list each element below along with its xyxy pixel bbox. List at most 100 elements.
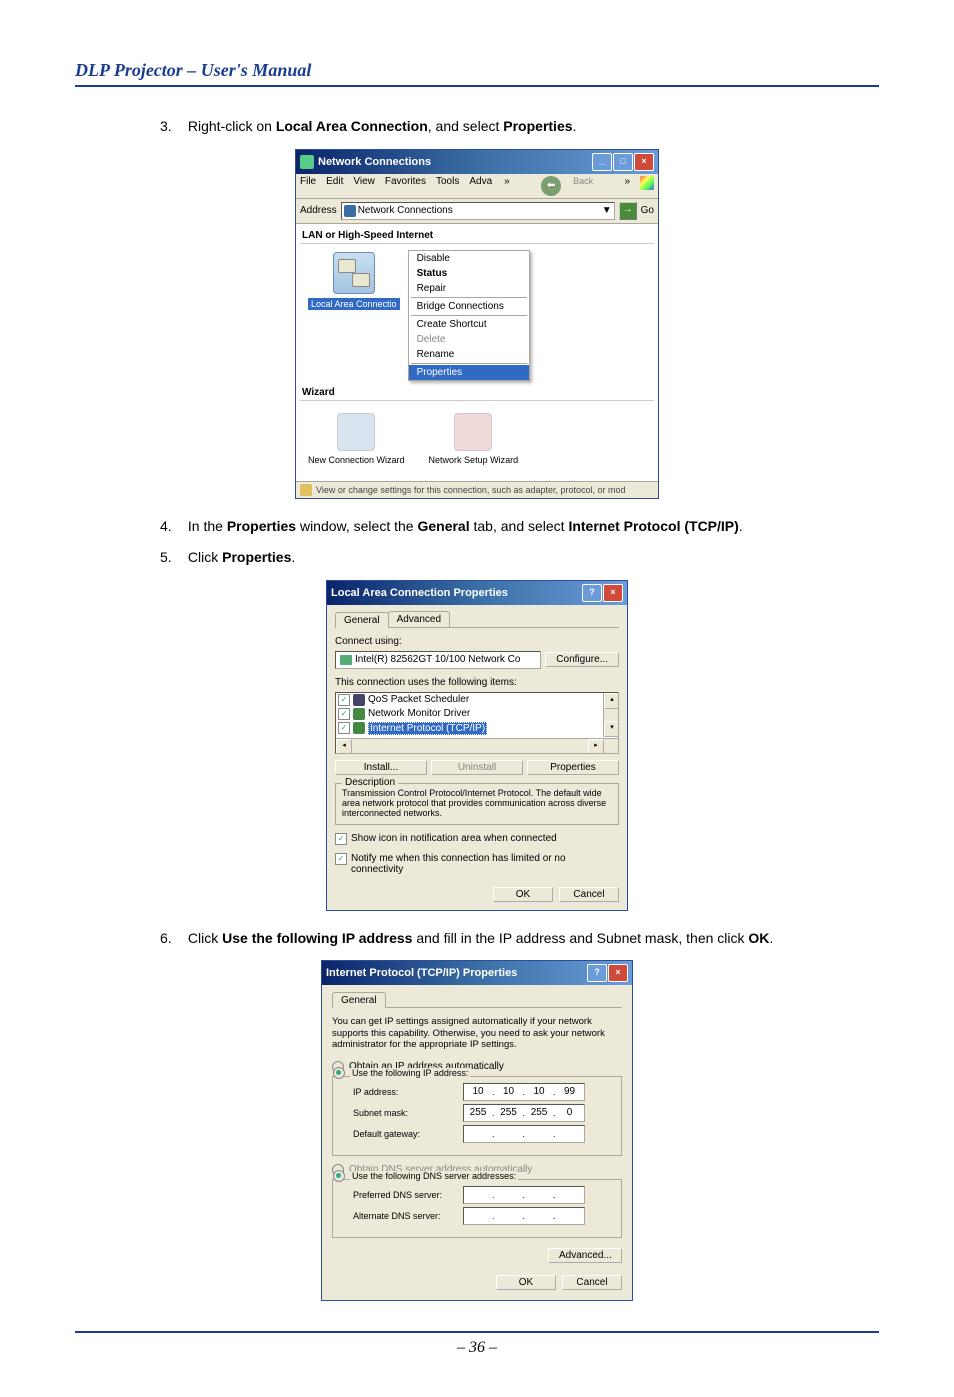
component-icon (353, 708, 365, 720)
use-dns-radio[interactable]: Use the following DNS server addresses: (333, 1170, 615, 1182)
ip-address-input[interactable]: 10. 10. 10. 99 (463, 1083, 585, 1101)
checkbox-icon[interactable]: ✓ (338, 708, 350, 720)
minimize-button[interactable]: _ (592, 153, 612, 171)
list-item: ✓ Network Monitor Driver (336, 707, 618, 721)
lac-icon[interactable] (333, 252, 375, 294)
connect-using-label: Connect using: (335, 636, 619, 647)
window-titlebar[interactable]: Local Area Connection Properties ? × (327, 581, 627, 605)
ctx-rename[interactable]: Rename (409, 347, 529, 362)
tab-general[interactable]: General (335, 612, 389, 628)
ok-button[interactable]: OK (496, 1275, 556, 1290)
configure-button[interactable]: Configure... (545, 652, 619, 667)
step-6: 6. Click Use the following IP address an… (160, 929, 879, 949)
menu-edit[interactable]: Edit (326, 176, 343, 196)
checkbox-icon[interactable]: ✓ (338, 694, 350, 706)
section-wizard: Wizard (300, 385, 654, 401)
step-3-num: 3. (160, 117, 184, 137)
address-field[interactable]: Network Connections ▼ (341, 202, 615, 220)
component-icon (353, 722, 365, 734)
items-label: This connection uses the following items… (335, 677, 619, 688)
checkbox-icon[interactable]: ✓ (338, 722, 350, 734)
ctx-bridge[interactable]: Bridge Connections (409, 299, 529, 314)
window-title: Local Area Connection Properties (331, 587, 508, 599)
context-menu: Disable Status Repair Bridge Connections… (408, 250, 530, 381)
step-3: 3. Right-click on Local Area Connection,… (160, 117, 879, 137)
address-icon (344, 205, 356, 217)
step-4: 4. In the Properties window, select the … (160, 517, 879, 537)
scrollbar-horizontal[interactable]: ◂ ▸ (336, 738, 618, 753)
advanced-button[interactable]: Advanced... (548, 1248, 622, 1263)
install-button[interactable]: Install... (335, 760, 427, 775)
items-list[interactable]: ✓ QoS Packet Scheduler ✓ Network Monitor… (335, 692, 619, 754)
show-icon-checkbox[interactable]: ✓ Show icon in notification area when co… (335, 833, 619, 845)
step-6-num: 6. (160, 929, 184, 949)
properties-button[interactable]: Properties (527, 760, 619, 775)
ctx-shortcut[interactable]: Create Shortcut (409, 317, 529, 332)
go-button[interactable]: → (619, 202, 637, 220)
tab-general[interactable]: General (332, 992, 386, 1008)
cancel-button[interactable]: Cancel (559, 887, 619, 902)
menu-favorites[interactable]: Favorites (385, 176, 426, 196)
preferred-dns-input[interactable]: . . . (463, 1186, 585, 1204)
gateway-input[interactable]: . . . (463, 1125, 585, 1143)
use-ip-radio[interactable]: Use the following IP address: (333, 1067, 615, 1079)
tcpip-properties-window: Internet Protocol (TCP/IP) Properties ? … (321, 960, 633, 1300)
wizard-icon (454, 413, 492, 451)
statusbar: View or change settings for this connect… (296, 481, 658, 498)
close-button[interactable]: × (608, 964, 628, 982)
ok-button[interactable]: OK (493, 887, 553, 902)
wizard-icon (337, 413, 375, 451)
back-button[interactable]: ⬅ (541, 176, 561, 196)
window-title: Network Connections (318, 156, 431, 168)
scrollbar-vertical[interactable]: ▴ ▾ (603, 693, 618, 737)
status-icon (300, 484, 312, 496)
list-item: ✓ Internet Protocol (TCP/IP) (336, 721, 618, 736)
component-icon (353, 694, 365, 706)
help-button[interactable]: ? (582, 584, 602, 602)
go-label: Go (641, 205, 654, 216)
menu-view[interactable]: View (353, 176, 375, 196)
tcp-description: You can get IP settings assigned automat… (332, 1016, 622, 1050)
close-button[interactable]: × (634, 153, 654, 171)
network-connections-window: Network Connections _ □ × File Edit View… (295, 149, 659, 499)
menubar: File Edit View Favorites Tools Adva » ⬅ … (296, 174, 658, 199)
window-title: Internet Protocol (TCP/IP) Properties (326, 967, 517, 979)
maximize-button[interactable]: □ (613, 153, 633, 171)
address-bar: Address Network Connections ▼ → Go (296, 199, 658, 224)
network-setup-wizard[interactable]: Network Setup Wizard (429, 409, 519, 465)
step-4-num: 4. (160, 517, 184, 537)
gateway-label: Default gateway: (353, 1129, 463, 1139)
cancel-button[interactable]: Cancel (562, 1275, 622, 1290)
list-item: ✓ QoS Packet Scheduler (336, 693, 618, 707)
close-button[interactable]: × (603, 584, 623, 602)
lac-properties-window: Local Area Connection Properties ? × Gen… (326, 580, 628, 911)
notify-checkbox[interactable]: ✓ Notify me when this connection has lim… (335, 853, 619, 875)
ctx-status[interactable]: Status (409, 266, 529, 281)
alternate-dns-label: Alternate DNS server: (353, 1211, 463, 1221)
help-button[interactable]: ? (587, 964, 607, 982)
menu-tools[interactable]: Tools (436, 176, 459, 196)
window-titlebar[interactable]: Network Connections _ □ × (296, 150, 658, 174)
window-titlebar[interactable]: Internet Protocol (TCP/IP) Properties ? … (322, 961, 632, 985)
nic-icon (340, 655, 352, 665)
new-connection-wizard[interactable]: New Connection Wizard (308, 409, 405, 465)
ctx-disable[interactable]: Disable (409, 251, 529, 266)
step-5-num: 5. (160, 548, 184, 568)
address-label: Address (300, 205, 337, 216)
page-header: DLP Projector – User's Manual (75, 60, 879, 87)
ctx-delete: Delete (409, 332, 529, 347)
subnet-mask-label: Subnet mask: (353, 1108, 463, 1118)
adapter-field: Intel(R) 82562GT 10/100 Network Co (335, 651, 541, 669)
lac-label[interactable]: Local Area Connectio (308, 298, 400, 310)
tab-advanced[interactable]: Advanced (388, 611, 450, 627)
menu-advanced[interactable]: Adva (469, 176, 492, 196)
menu-file[interactable]: File (300, 176, 316, 196)
description-group: Description Transmission Control Protoco… (335, 783, 619, 825)
alternate-dns-input[interactable]: . . . (463, 1207, 585, 1225)
back-label: Back (573, 176, 593, 196)
ctx-repair[interactable]: Repair (409, 281, 529, 296)
subnet-mask-input[interactable]: 255. 255. 255. 0 (463, 1104, 585, 1122)
windows-flag-icon (640, 176, 654, 190)
ctx-properties[interactable]: Properties (409, 365, 529, 380)
ip-address-label: IP address: (353, 1087, 463, 1097)
